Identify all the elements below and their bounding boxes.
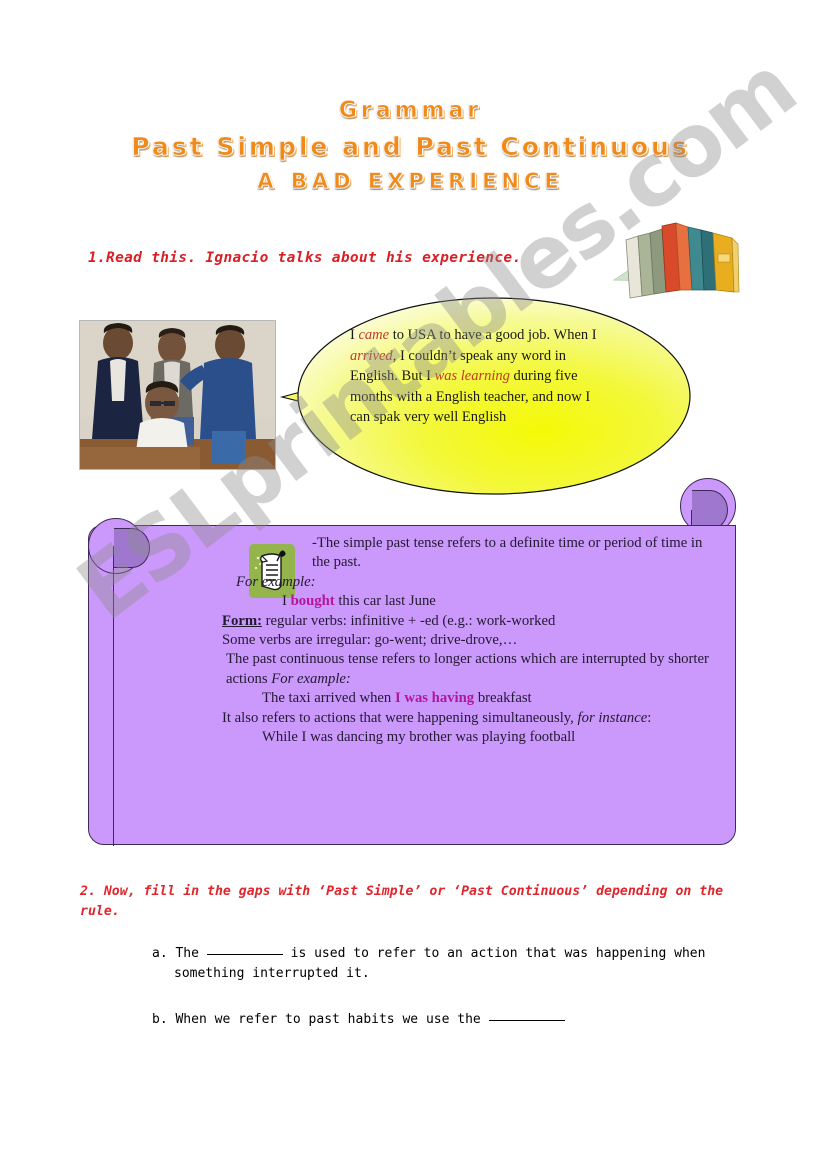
rule-cont-for-example: For example: — [271, 670, 351, 687]
question-a-gap[interactable] — [206, 954, 283, 955]
speech-bubble: I came to USA to have a good job. When I… — [262, 292, 707, 517]
classroom-photo — [79, 320, 276, 470]
rule-line-continuous: The past continuous tense refers to long… — [222, 650, 722, 689]
rule-form-text: regular verbs: infinitive + -ed (e.g.: w… — [261, 612, 556, 629]
rule-ex1-highlight: bought — [290, 593, 335, 610]
question-a-label: a. — [152, 946, 168, 961]
title-past-simple-continuous: Past Simple and Past Continuous — [131, 132, 690, 161]
rule-scroll: -The simple past tense refers to a defin… — [88, 478, 736, 853]
worksheet-page: Grammar Past Simple and Past Continuous … — [0, 0, 821, 1169]
rule-form-label: Form: — [222, 612, 262, 629]
rule-text: -The simple past tense refers to a defin… — [222, 534, 722, 747]
rule-sim-for-instance: for instance — [577, 709, 648, 726]
question-b-before: When we refer to past habits we use the — [175, 1012, 489, 1028]
rule-ex1-post: this car last June — [334, 593, 436, 610]
scroll-curl-bottom-left-stem — [113, 546, 114, 846]
rule-line-example-3: While I was dancing my brother was playi… — [262, 729, 576, 746]
speech-bubble-text: I came to USA to have a good job. When I… — [350, 325, 602, 428]
bubble-verb-arrived: arrived — [350, 347, 393, 364]
bubble-verb-was-learning: was learning — [434, 368, 510, 385]
rule-line-simultaneous: It also refers to actions that were happ… — [222, 709, 722, 728]
title-grammar: Grammar — [338, 98, 483, 123]
rule-line-form: Form: regular verbs: infinitive + -ed (e… — [222, 612, 722, 631]
question-a-before: The — [175, 946, 207, 961]
rule-sim-pre: It also refers to actions that were happ… — [222, 709, 578, 726]
bubble-verb-came: came — [358, 327, 390, 343]
rule-ex2-highlight: I was having — [394, 690, 475, 707]
rule-line-for-example-1: For example: — [236, 573, 316, 590]
question-a: a. The is used to refer to an action tha… — [152, 944, 772, 984]
task1-instruction: 1.Read this. Ignacio talks about his exp… — [88, 250, 522, 266]
rule-ex1-pre: I — [282, 593, 291, 610]
rule-ex2-post: breakfast — [474, 690, 532, 707]
task2-instruction: 2. Now, fill in the gaps with ‘Past Simp… — [80, 884, 724, 920]
bubble-seg-2: to USA to have a good job. When I — [389, 327, 597, 343]
rule-sim-post: : — [647, 709, 652, 726]
question-b-label: b. — [152, 1012, 168, 1028]
rule-ex2-pre: The taxi arrived when — [262, 690, 395, 707]
question-a-continuation: something interrupted it. — [174, 966, 370, 982]
scroll-curl-bottom-left-inner — [114, 528, 150, 568]
rule-line-1: -The simple past tense refers to a defin… — [312, 535, 703, 571]
question-b: b. When we refer to past habits we use t… — [152, 1010, 772, 1030]
rule-line-example-1: I bought this car last June — [222, 592, 722, 611]
question-b-gap[interactable] — [488, 1020, 565, 1022]
rule-line-example-2: The taxi arrived when I was having break… — [222, 689, 722, 708]
task2-questions: a. The is used to refer to an action tha… — [152, 944, 772, 1056]
title-a-bad-experience: A BAD EXPERIENCE — [257, 169, 564, 193]
rule-line-irregular: Some verbs are irregular: go-went; drive… — [222, 632, 518, 649]
question-a-after: is used to refer to an action that was h… — [282, 946, 706, 961]
title-block: Grammar Past Simple and Past Continuous … — [0, 98, 821, 193]
